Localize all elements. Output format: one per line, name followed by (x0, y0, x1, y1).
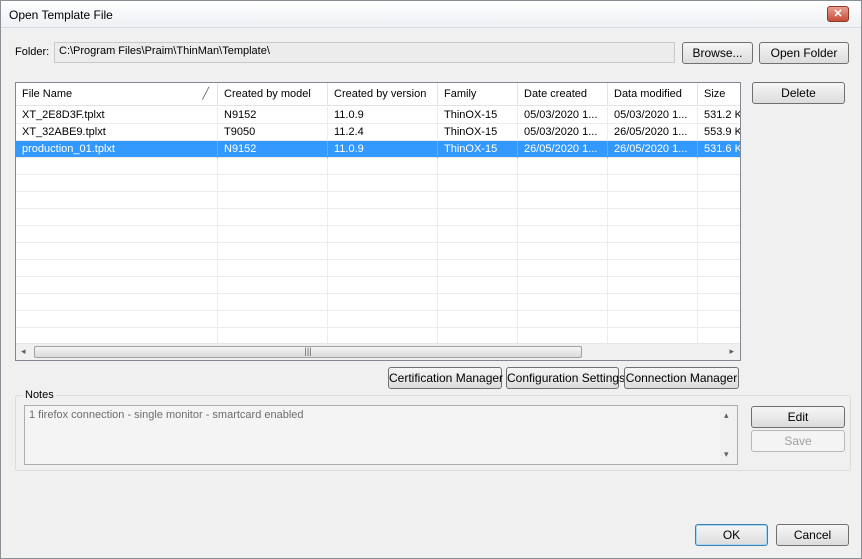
open-folder-button[interactable]: Open Folder (759, 42, 849, 64)
connection-manager-button[interactable]: Connection Manager (624, 367, 739, 389)
open-template-dialog: Open Template File ✕ Folder: C:\Program … (0, 0, 862, 559)
cell-date-created: 05/03/2020 1... (518, 124, 608, 141)
column-header-file-name[interactable]: File Name ╱ (16, 83, 218, 106)
cell-version: 11.0.9 (328, 141, 438, 158)
template-file-list[interactable]: File Name ╱ Created by model Created by … (15, 82, 741, 361)
column-header-family[interactable]: Family (438, 83, 518, 106)
cell-file-name: XT_32ABE9.tplxt (16, 124, 218, 141)
table-row[interactable]: XT_2E8D3F.tplxt N9152 11.0.9 ThinOX-15 0… (16, 107, 740, 124)
empty-row (16, 243, 740, 260)
cell-model: T9050 (218, 124, 328, 141)
grip-icon: ||| (304, 346, 312, 356)
notes-label: Notes (23, 389, 56, 401)
empty-row (16, 158, 740, 175)
cancel-button[interactable]: Cancel (776, 524, 849, 546)
window-title: Open Template File (9, 8, 113, 22)
cell-file-name: XT_2E8D3F.tplxt (16, 107, 218, 124)
cell-family: ThinOX-15 (438, 141, 518, 158)
scroll-right-icon[interactable]: ▸ (729, 346, 734, 357)
configuration-settings-button[interactable]: Configuration Settings (506, 367, 625, 389)
column-header-date-created[interactable]: Date created (518, 83, 608, 106)
cell-date-modified: 05/03/2020 1... (608, 107, 698, 124)
cell-size: 531.6 K (704, 143, 740, 155)
folder-label: Folder: (15, 46, 50, 58)
cell-family: ThinOX-15 (438, 107, 518, 124)
save-button[interactable]: Save (751, 430, 845, 452)
empty-row (16, 192, 740, 209)
close-button[interactable]: ✕ (827, 6, 849, 22)
column-header-created-by-version[interactable]: Created by version (328, 83, 438, 106)
cell-version: 11.0.9 (328, 107, 438, 124)
ok-button[interactable]: OK (695, 524, 768, 546)
empty-row (16, 175, 740, 192)
certification-manager-button[interactable]: Certification Manager (388, 367, 503, 389)
empty-row (16, 209, 740, 226)
cell-date-modified: 26/05/2020 1... (608, 141, 698, 158)
delete-button[interactable]: Delete (752, 82, 845, 104)
table-row-selected[interactable]: production_01.tplxt N9152 11.0.9 ThinOX-… (16, 141, 740, 158)
notes-textarea[interactable]: 1 firefox connection - single monitor - … (24, 405, 738, 465)
cell-size: 531.2 K (704, 109, 740, 121)
notes-vertical-scrollbar[interactable]: ▴ ▾ (720, 406, 737, 464)
title-bar: Open Template File ✕ (1, 1, 861, 28)
cell-version: 11.2.4 (328, 124, 438, 141)
empty-row (16, 277, 740, 294)
cell-date-created: 05/03/2020 1... (518, 107, 608, 124)
edit-button[interactable]: Edit (751, 406, 845, 428)
close-icon: ✕ (833, 8, 843, 20)
notes-text: 1 firefox connection - single monitor - … (29, 409, 304, 421)
scroll-left-icon[interactable]: ◂ (21, 346, 26, 357)
cell-size: 553.9 K (704, 126, 740, 138)
table-row[interactable]: XT_32ABE9.tplxt T9050 11.2.4 ThinOX-15 0… (16, 124, 740, 141)
column-header-data-modified[interactable]: Data modified (608, 83, 698, 106)
folder-path-field[interactable]: C:\Program Files\Praim\ThinMan\Template\ (54, 42, 675, 63)
browse-button[interactable]: Browse... (682, 42, 753, 64)
column-header-size[interactable]: Size (698, 83, 740, 106)
sort-indicator-icon: ╱ (202, 88, 209, 100)
cell-model: N9152 (218, 141, 328, 158)
scroll-up-icon[interactable]: ▴ (724, 410, 729, 421)
scroll-down-icon[interactable]: ▾ (724, 449, 729, 460)
cell-model: N9152 (218, 107, 328, 124)
empty-row (16, 226, 740, 243)
cell-family: ThinOX-15 (438, 124, 518, 141)
empty-row (16, 311, 740, 328)
horizontal-scrollbar[interactable]: ◂ ||| ▸ (16, 343, 740, 360)
empty-row (16, 260, 740, 277)
list-header: File Name ╱ Created by model Created by … (16, 83, 740, 106)
column-header-created-by-model[interactable]: Created by model (218, 83, 328, 106)
cell-file-name: production_01.tplxt (16, 141, 218, 158)
cell-date-created: 26/05/2020 1... (518, 141, 608, 158)
scrollbar-thumb[interactable]: ||| (34, 346, 582, 358)
empty-row (16, 294, 740, 311)
cell-date-modified: 26/05/2020 1... (608, 124, 698, 141)
